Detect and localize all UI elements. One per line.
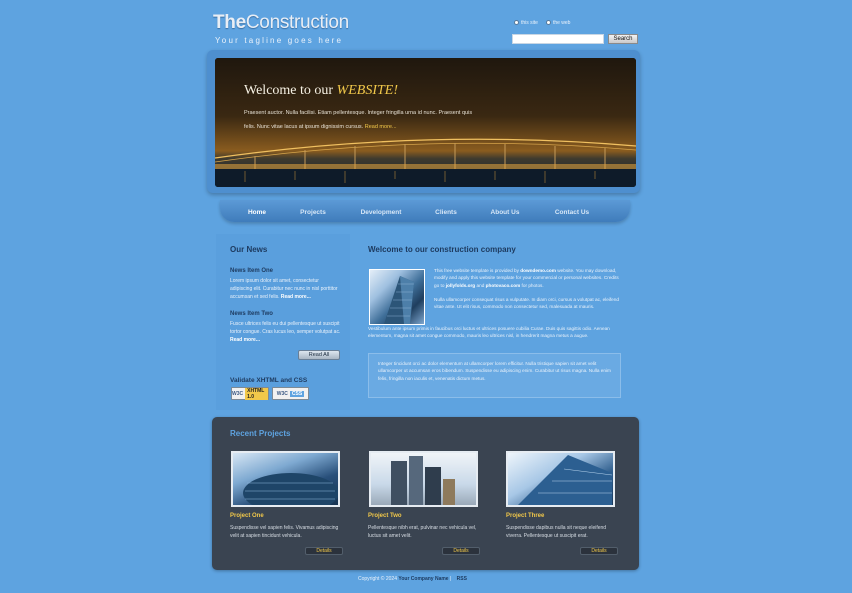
w3c-css-badge-w3c: W3C — [276, 390, 288, 397]
logo-thin: Construction — [245, 12, 349, 33]
recent-projects-title: Recent Projects — [230, 429, 291, 438]
news-read-more-link[interactable]: Read more... — [281, 294, 311, 300]
main-p1-start: This free website template is provided b… — [434, 268, 521, 273]
footer-copyright: Copyright © 2024 — [358, 576, 399, 582]
w3c-css-badge[interactable]: W3C CSS — [272, 387, 309, 400]
search-input[interactable] — [512, 34, 604, 44]
building-photo — [369, 269, 425, 325]
radio-this-site-label: this site — [521, 20, 538, 26]
site-logo[interactable]: TheConstruction — [213, 12, 349, 34]
banner-read-more-link[interactable]: Read more... — [365, 124, 397, 130]
footer-separator: | — [448, 576, 453, 582]
footer: Copyright © 2024 Your Company Name | RSS — [358, 576, 467, 582]
main-p1-and: and — [475, 282, 486, 288]
nav-contact-us[interactable]: Contact Us — [546, 209, 598, 216]
downdemo-link[interactable]: downdemo.com — [520, 268, 556, 273]
project-three-details-button[interactable]: Details — [580, 547, 618, 555]
nav-projects[interactable]: Projects — [293, 209, 333, 216]
radio-icon[interactable] — [514, 20, 519, 26]
validate-title: Validate XHTML and CSS — [230, 377, 308, 384]
radio-this-site[interactable]: this site — [514, 20, 538, 26]
main-paragraph: Vestibulum ante ipsum primis in faucibus… — [368, 326, 610, 339]
radio-icon[interactable] — [545, 20, 551, 26]
w3c-xhtml-badge[interactable]: W3C XHTML 1.0 — [231, 387, 269, 400]
project-two-image[interactable] — [369, 451, 478, 507]
news-item-text: Fusce ultrices felis eu dui pellentesque… — [230, 320, 342, 344]
news-item-body: Fusce ultrices felis eu dui pellentesque… — [230, 321, 341, 335]
main-paragraph: Nulla ullamcorper consequat risus a vulp… — [434, 297, 619, 310]
project-two-details-button[interactable]: Details — [442, 547, 480, 555]
banner-text: Praesent auctor. Nulla facilisi. Etiam p… — [244, 106, 474, 134]
radio-the-web[interactable]: the web — [545, 20, 571, 26]
project-three-image[interactable] — [506, 451, 615, 507]
news-item-text: Lorem ipsum dolor sit amet, consectetur … — [230, 277, 342, 301]
news-title: Our News — [230, 245, 268, 254]
nav-about-us[interactable]: About Us — [483, 209, 527, 216]
search-button[interactable]: Search — [608, 34, 638, 44]
site-tagline: Your tagline goes here — [215, 36, 344, 45]
photovaco-link[interactable]: photovaco.com — [486, 283, 521, 288]
news-item-title[interactable]: News Item One — [230, 268, 273, 274]
radio-the-web-label: the web — [552, 20, 571, 26]
building-illustration — [243, 473, 339, 513]
project-one-image[interactable] — [231, 451, 340, 513]
project-one-title[interactable]: Project One — [230, 513, 264, 519]
glass-building-illustration — [384, 276, 414, 324]
project-two-title[interactable]: Project Two — [368, 513, 402, 519]
project-one-details-button[interactable]: Details — [305, 547, 343, 555]
main-title: Welcome to our construction company — [368, 245, 516, 254]
nav-development[interactable]: Development — [352, 209, 410, 216]
footer-company-link[interactable]: Your Company Name — [398, 576, 448, 582]
quote-box: Integer tincidunt orci ac dolor elementu… — [368, 353, 621, 398]
logo-bold: The — [213, 12, 246, 33]
news-item-title[interactable]: News Item Two — [230, 311, 273, 317]
banner-title-start: Welcome to our — [244, 83, 337, 98]
banner-title: Welcome to our WEBSITE! — [244, 83, 398, 99]
w3c-xhtml-badge-label: XHTML 1.0 — [245, 387, 268, 400]
banner-text-body: Praesent auctor. Nulla facilisi. Etiam p… — [244, 110, 473, 130]
banner-title-em: WEBSITE! — [336, 83, 399, 98]
project-three-title[interactable]: Project Three — [506, 513, 544, 519]
main-paragraph: This free website template is provided b… — [434, 267, 622, 289]
rss-link[interactable]: RSS — [457, 576, 467, 582]
nav-home[interactable]: Home — [240, 209, 274, 216]
project-three-desc: Suspendisse dapibus nulla sit neque elei… — [506, 525, 607, 539]
towers-illustration — [391, 456, 455, 505]
search-scope: this site the web — [514, 20, 570, 26]
main-p1-end: for photos. — [520, 282, 544, 288]
news-read-more-link[interactable]: Read more... — [230, 337, 260, 343]
nav-clients[interactable]: Clients — [428, 209, 464, 216]
project-two-desc: Pellentesque nibh erat, pulvinar nec veh… — [368, 525, 477, 539]
read-all-button[interactable]: Read All — [298, 350, 340, 360]
jollyfolds-link[interactable]: jollyfolds.org — [446, 283, 475, 288]
w3c-css-badge-label: CSS — [289, 390, 305, 397]
w3c-xhtml-badge-w3c: W3C — [232, 390, 244, 397]
glass-tower-illustration — [518, 455, 613, 505]
project-one-desc: Suspendisse vel sapien felis. Vivamus ad… — [230, 525, 339, 539]
